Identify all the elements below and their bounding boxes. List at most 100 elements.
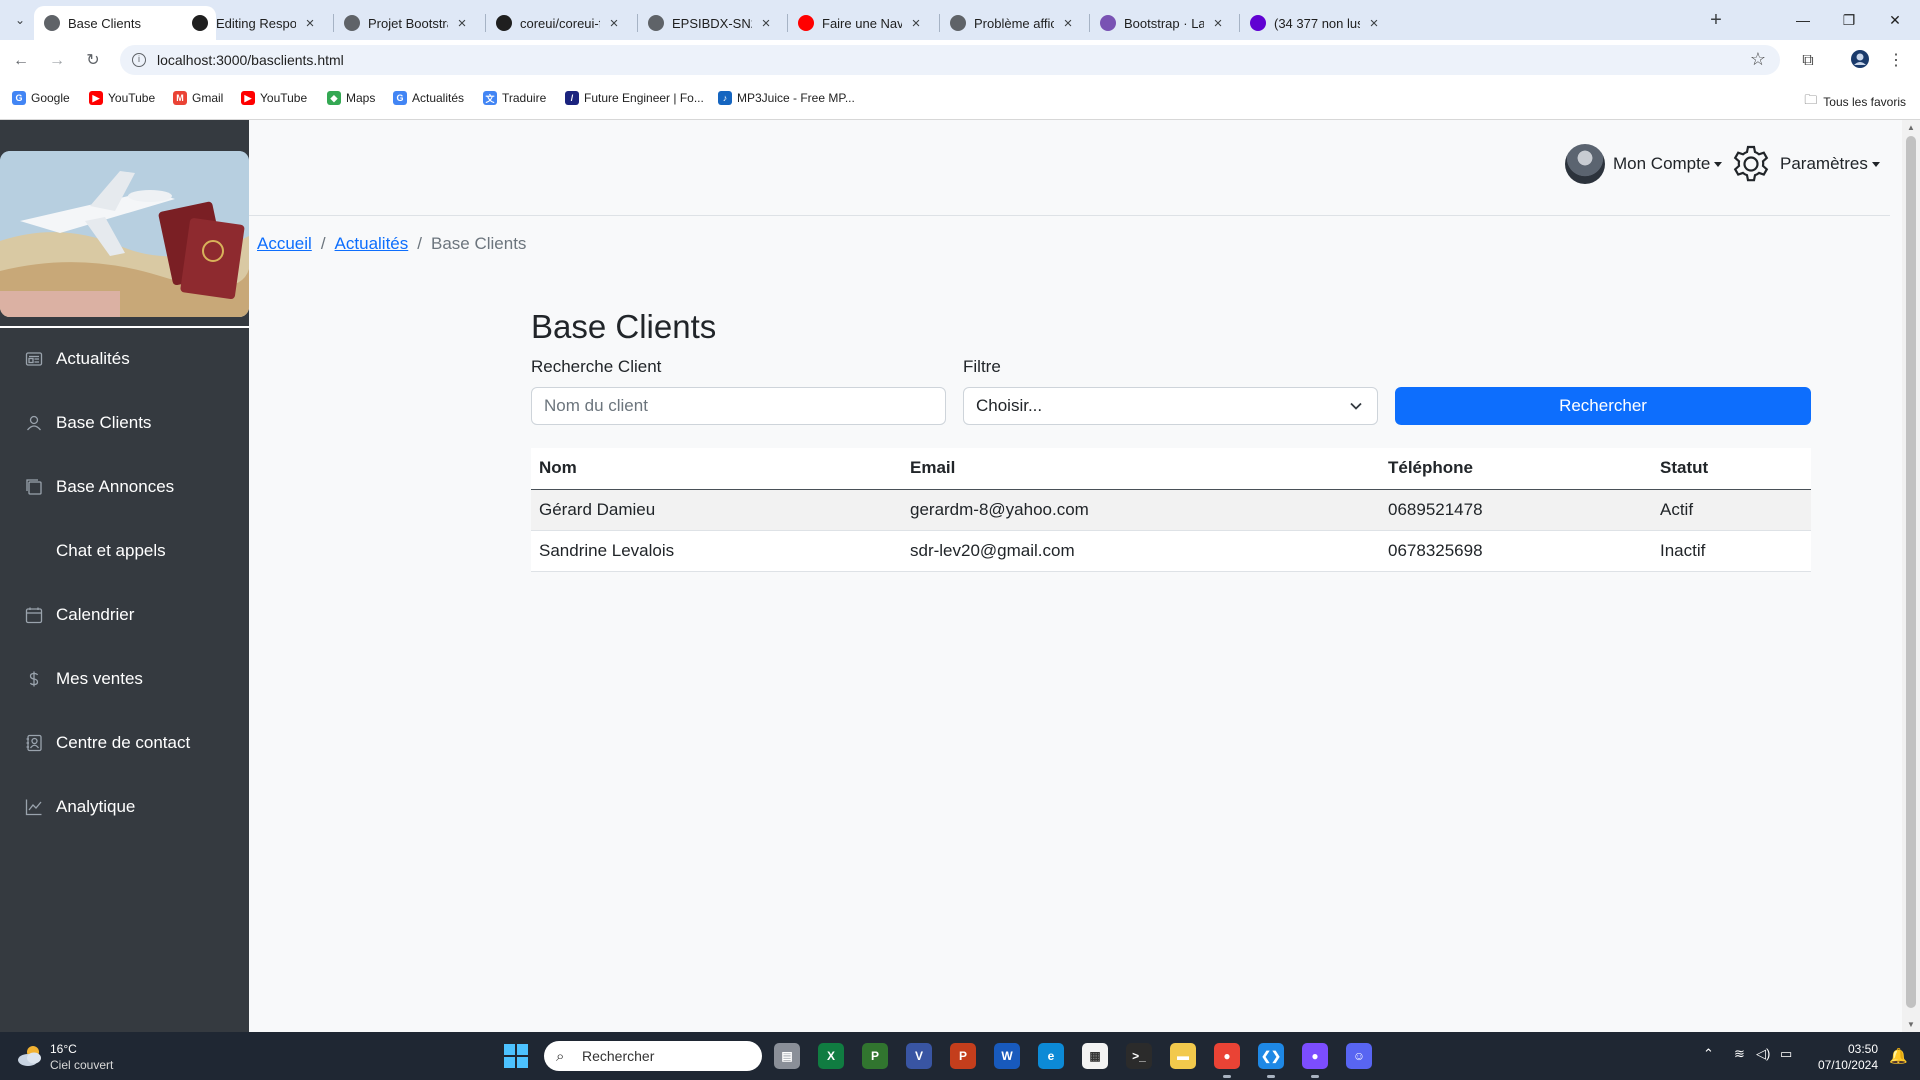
bookmark-item[interactable]: M Gmail <box>173 91 223 105</box>
user-avatar[interactable] <box>1565 144 1605 184</box>
sidebar-item-listings[interactable]: Base Annonces <box>0 467 249 507</box>
profile-avatar-icon[interactable] <box>1848 49 1872 73</box>
project-app-icon[interactable]: P <box>862 1043 888 1069</box>
address-bar[interactable]: i localhost:3000/basclients.html ☆ <box>120 45 1780 75</box>
sidebar: Actualités Base Clients Base Annonces Chat … <box>0 120 249 1032</box>
github-icon <box>192 15 208 31</box>
windows-start-icon[interactable] <box>504 1044 528 1068</box>
tab-close-icon[interactable]: × <box>1060 15 1076 32</box>
running-app-indicator <box>1311 1075 1319 1078</box>
sidebar-item-sales[interactable]: Mes ventes <box>0 659 249 699</box>
bookmark-item[interactable]: G Google <box>12 91 70 105</box>
minimize-button[interactable]: — <box>1780 6 1826 34</box>
sidebar-item-calendar[interactable]: Calendrier <box>0 595 249 635</box>
edge-app-icon[interactable]: e <box>1038 1043 1064 1069</box>
restore-button[interactable]: ❐ <box>1826 6 1872 34</box>
bookmark-item[interactable]: ◆ Maps <box>327 91 375 105</box>
bookmark-item[interactable]: G Actualités <box>393 91 464 105</box>
notification-bell-icon[interactable]: 🔔 <box>1889 1047 1908 1065</box>
clock-date[interactable]: 07/10/2024 <box>1818 1058 1878 1072</box>
battery-icon[interactable]: ▭ <box>1780 1046 1792 1062</box>
tab-close-icon[interactable]: × <box>302 15 318 32</box>
sidebar-item-chat[interactable]: Chat et appels <box>0 531 249 571</box>
taskbar-search-box[interactable]: ⌕ Rechercher <box>544 1041 762 1071</box>
sidebar-item-analytics[interactable]: Analytique <box>0 787 249 827</box>
speaker-icon[interactable]: ◁) <box>1756 1046 1770 1062</box>
bookmark-favicon-icon: G <box>12 91 26 105</box>
tab-search-chevron-icon[interactable]: ⌄ <box>8 8 32 32</box>
browser-tab[interactable]: Projet Bootstrap Core × <box>334 6 480 40</box>
reload-icon[interactable]: ↻ <box>80 48 106 74</box>
terminal-app-icon[interactable]: >_ <box>1126 1043 1152 1069</box>
travel-banner-image <box>0 151 249 317</box>
bookmark-item[interactable]: ▶ YouTube <box>241 91 307 105</box>
browser-tab[interactable]: Editing Responsive-W × <box>182 6 328 40</box>
breadcrumb-home-link[interactable]: Accueil <box>257 234 312 254</box>
cell-status: Actif <box>1652 489 1811 531</box>
scrollbar-thumb[interactable] <box>1906 136 1916 1008</box>
all-bookmarks-folder[interactable]: 🗀 Tous les favoris <box>1804 91 1906 113</box>
back-arrow-icon[interactable]: ← <box>8 48 34 74</box>
page-scrollbar[interactable]: ▲ ▼ <box>1902 120 1920 1032</box>
forward-arrow-icon[interactable]: → <box>44 48 70 74</box>
chrome-menu-icon[interactable]: ⋮ <box>1884 49 1908 73</box>
client-search-input[interactable] <box>531 387 946 425</box>
tab-close-icon[interactable]: × <box>1210 15 1226 32</box>
close-window-button[interactable]: ✕ <box>1872 6 1918 34</box>
scroll-down-arrow-icon[interactable]: ▼ <box>1907 1020 1915 1029</box>
tab-close-icon[interactable]: × <box>606 15 622 32</box>
sidebar-item-news[interactable]: Actualités <box>0 339 249 379</box>
chrome-app-icon[interactable]: ● <box>1214 1043 1240 1069</box>
bookmark-item[interactable]: 文 Traduire <box>483 91 546 105</box>
tab-title: coreui/coreui-free-bo <box>520 15 600 31</box>
filter-select[interactable]: Choisir... <box>963 387 1378 425</box>
sidebar-item-clients[interactable]: Base Clients <box>0 403 249 443</box>
browser-tab[interactable]: coreui/coreui-free-bo × <box>486 6 632 40</box>
visio-app-icon[interactable]: V <box>906 1043 932 1069</box>
tab-close-icon[interactable]: × <box>908 15 924 32</box>
cloudy-weather-icon[interactable] <box>16 1043 44 1069</box>
sidebar-item-contact[interactable]: Centre de contact <box>0 723 249 763</box>
search-button[interactable]: Rechercher <box>1395 387 1811 425</box>
bookmark-item[interactable]: ♪ MP3Juice - Free MP... <box>718 91 855 105</box>
scroll-up-arrow-icon[interactable]: ▲ <box>1907 123 1915 132</box>
file-explorer-gray-app-icon[interactable]: ▤ <box>774 1043 800 1069</box>
github-desktop-app-icon[interactable]: ● <box>1302 1043 1328 1069</box>
gear-icon[interactable] <box>1731 144 1771 184</box>
file-explorer-app-icon[interactable]: ▬ <box>1170 1043 1196 1069</box>
tab-title: Faire une Navbar Res <box>822 15 902 31</box>
bookmark-label: Traduire <box>502 91 547 105</box>
bookmarks-bar: G Google ▶ YouTube M Gmail ▶ YouTube ◆ Maps G Actua… <box>0 80 1920 120</box>
bookmark-star-icon[interactable]: ☆ <box>1750 49 1766 70</box>
account-dropdown[interactable]: Mon Compte <box>1613 154 1723 174</box>
browser-toolbar: ← → ↻ i localhost:3000/basclients.html ☆… <box>0 40 1920 80</box>
globe-icon <box>648 15 664 31</box>
main-content: Mon Compte Paramètres Accueil / Actualit… <box>249 120 1902 1032</box>
breadcrumb-news-link[interactable]: Actualités <box>335 234 409 254</box>
tab-close-icon[interactable]: × <box>454 15 470 32</box>
extensions-puzzle-icon[interactable]: ⧉ <box>1796 49 1820 73</box>
discord-app-icon[interactable]: ☺ <box>1346 1043 1372 1069</box>
browser-tab[interactable]: EPSIBDX-SN2-DEVE3 × <box>638 6 784 40</box>
vscode-app-icon[interactable]: ❮❯ <box>1258 1043 1284 1069</box>
show-hidden-icons-chevron-icon[interactable]: ⌃ <box>1703 1046 1714 1062</box>
browser-tab[interactable]: Problème affichage c × <box>940 6 1086 40</box>
site-info-icon[interactable]: i <box>132 53 146 67</box>
browser-tab[interactable]: Bootstrap · La biblioth × <box>1090 6 1236 40</box>
browser-tab[interactable]: Faire une Navbar Res × <box>788 6 934 40</box>
browser-tab[interactable]: (34 377 non lus) - adi × <box>1240 6 1392 40</box>
settings-dropdown[interactable]: Paramètres <box>1780 154 1880 174</box>
excel-app-icon[interactable]: X <box>818 1043 844 1069</box>
tab-close-icon[interactable]: × <box>758 15 774 32</box>
word-app-icon[interactable]: W <box>994 1043 1020 1069</box>
bookmark-item[interactable]: / Future Engineer | Fo... <box>565 91 704 105</box>
address-url: localhost:3000/basclients.html <box>157 52 344 68</box>
powerpoint-app-icon[interactable]: P <box>950 1043 976 1069</box>
tab-close-icon[interactable]: × <box>1366 15 1382 32</box>
column-header-status: Statut <box>1652 448 1811 490</box>
bookmark-item[interactable]: ▶ YouTube <box>89 91 155 105</box>
store-app-icon[interactable]: ▦ <box>1082 1043 1108 1069</box>
clock-time[interactable]: 03:50 <box>1848 1042 1878 1056</box>
new-tab-button[interactable]: + <box>1703 8 1729 34</box>
wifi-icon[interactable]: ≋ <box>1734 1046 1745 1062</box>
